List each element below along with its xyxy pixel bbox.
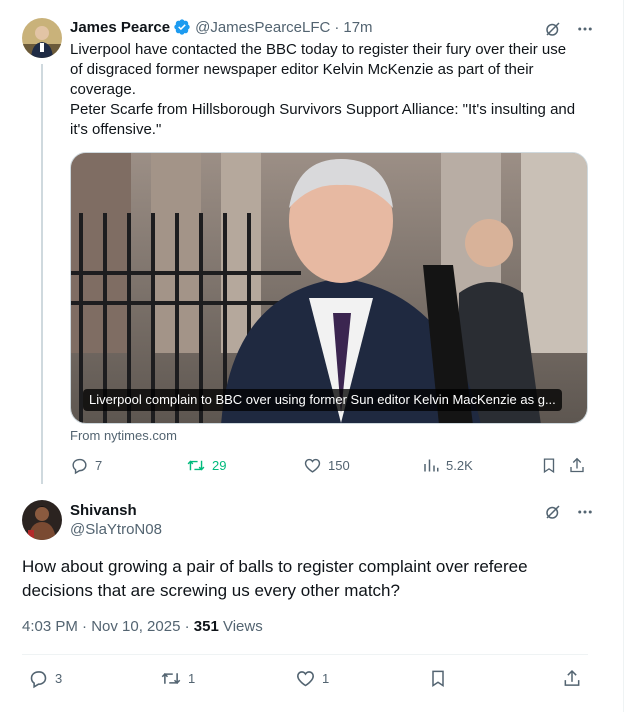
tweet-text-line: Peter Scarfe from Hillsborough Survivors… xyxy=(70,101,576,138)
bookmark-button[interactable] xyxy=(540,456,558,475)
conversation-thread: James Pearce @JamesPearceLFC · 17m Liver… xyxy=(0,0,624,712)
like-count: 150 xyxy=(328,458,350,473)
reply-button[interactable]: 7 xyxy=(70,456,102,475)
divider xyxy=(22,654,588,655)
reply-retweet-button[interactable]: 1 xyxy=(160,668,195,689)
views-count: 5.2K xyxy=(446,458,473,473)
tweet-text-line: Liverpool have contacted the BBC today t… xyxy=(70,41,567,98)
retweet-icon xyxy=(160,668,182,689)
reply-author-name[interactable]: Shivansh xyxy=(70,502,137,519)
reply-timestamp[interactable]: 4:03 PM · Nov 10, 2025 · xyxy=(22,618,194,635)
like-icon xyxy=(303,456,322,475)
link-card-title: Liverpool complain to BBC over using for… xyxy=(83,389,562,411)
more-icon[interactable] xyxy=(576,503,594,521)
reply-retweet-count: 1 xyxy=(188,671,196,686)
reply-views-label: Views xyxy=(218,618,263,635)
reply-icon xyxy=(70,456,89,475)
share-icon xyxy=(568,456,586,475)
reply-text: How about growing a pair of balls to reg… xyxy=(22,557,528,600)
reply-meta: 4:03 PM · Nov 10, 2025 · 351 Views xyxy=(22,618,263,635)
reply-top-actions xyxy=(544,503,594,521)
reply-views-count: 351 xyxy=(193,618,219,635)
retweet-icon xyxy=(186,456,206,475)
author-avatar[interactable] xyxy=(22,18,62,58)
reply-like-count: 1 xyxy=(322,671,330,686)
views-button[interactable]: 5.2K xyxy=(422,456,473,475)
retweet-count: 29 xyxy=(212,458,227,473)
reply-icon xyxy=(28,668,49,689)
tweet-text: Liverpool have contacted the BBC today t… xyxy=(70,40,582,140)
reply-author-name-row: Shivansh xyxy=(70,502,137,519)
bookmark-icon xyxy=(428,668,448,689)
reply-reply-button[interactable]: 3 xyxy=(28,668,62,689)
views-icon xyxy=(422,456,440,475)
tweet-header: James Pearce @JamesPearceLFC · 17m xyxy=(70,18,373,36)
more-icon[interactable] xyxy=(576,20,594,38)
tweet-time[interactable]: 17m xyxy=(343,19,372,36)
grok-icon[interactable] xyxy=(544,20,562,38)
link-card-image xyxy=(71,153,587,423)
dot-separator: · xyxy=(334,18,340,36)
tweet-top-actions xyxy=(544,20,594,38)
reply-bookmark-button[interactable] xyxy=(428,668,448,689)
link-card-source[interactable]: From nytimes.com xyxy=(70,428,177,443)
grok-icon[interactable] xyxy=(544,503,562,521)
link-card[interactable]: Liverpool complain to BBC over using for… xyxy=(70,152,588,424)
bookmark-icon xyxy=(540,456,558,475)
reply-author-avatar[interactable] xyxy=(22,500,62,540)
reply-author-handle[interactable]: @SlaYtroN08 xyxy=(70,521,162,538)
share-icon xyxy=(562,668,582,689)
reply-count: 7 xyxy=(95,458,103,473)
reply-share-button[interactable] xyxy=(562,668,582,689)
thread-connector-line xyxy=(41,64,43,484)
retweet-button[interactable]: 29 xyxy=(186,456,226,475)
author-handle[interactable]: @JamesPearceLFC xyxy=(195,19,330,36)
like-button[interactable]: 150 xyxy=(303,456,350,475)
share-button[interactable] xyxy=(568,456,586,475)
like-icon xyxy=(295,668,316,689)
reply-reply-count: 3 xyxy=(55,671,63,686)
author-name[interactable]: James Pearce xyxy=(70,19,170,36)
reply-like-button[interactable]: 1 xyxy=(295,668,329,689)
reply-handle-row: @SlaYtroN08 xyxy=(70,521,162,538)
verified-badge-icon xyxy=(173,18,191,36)
